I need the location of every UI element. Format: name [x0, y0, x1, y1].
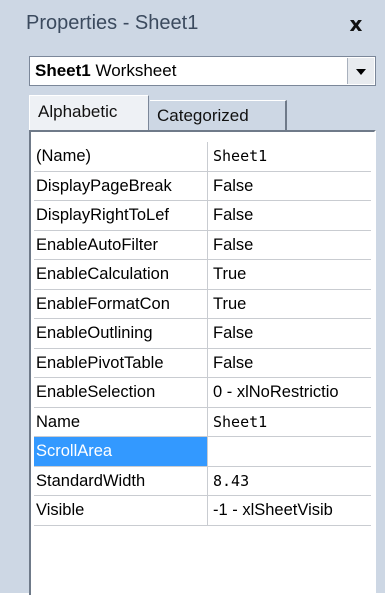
property-value-cell[interactable]: False: [208, 319, 370, 348]
property-name-cell[interactable]: Name: [34, 407, 208, 436]
property-row[interactable]: EnableAutoFilter False: [34, 230, 371, 260]
property-list: (Name) Sheet1 DisplayPageBreak False Display…: [34, 142, 371, 526]
property-name: EnableOutlining: [36, 324, 153, 342]
property-value-cell[interactable]: False: [208, 172, 370, 201]
property-value-cell[interactable]: False: [208, 201, 370, 230]
property-name: ScrollArea: [36, 442, 113, 460]
property-row[interactable]: EnableOutlining False: [34, 319, 371, 349]
object-selector-dropdown[interactable]: Sheet1 Worksheet: [29, 56, 376, 86]
property-row[interactable]: EnableFormatCon True: [34, 289, 371, 319]
property-name-cell[interactable]: DisplayRightToLef: [34, 201, 208, 230]
property-value: -1 - xlSheetVisib: [213, 501, 333, 519]
property-value: False: [213, 206, 254, 224]
object-name: Sheet1: [35, 61, 91, 80]
property-name-cell[interactable]: EnableAutoFilter: [34, 230, 208, 259]
property-row[interactable]: (Name) Sheet1: [34, 142, 371, 172]
property-value: True: [213, 265, 247, 283]
property-name: Visible: [36, 501, 85, 519]
property-value-cell[interactable]: Sheet1: [208, 142, 370, 171]
property-row[interactable]: EnablePivotTable False: [34, 348, 371, 378]
property-row[interactable]: EnableSelection 0 - xlNoRestrictio: [34, 378, 371, 408]
property-value-cell[interactable]: 8.43: [208, 467, 370, 496]
property-name-cell[interactable]: EnableCalculation: [34, 260, 208, 289]
chevron-down-icon[interactable]: [347, 58, 374, 84]
property-value: 0 - xlNoRestrictio: [213, 383, 339, 401]
property-name: (Name): [36, 147, 92, 165]
property-name: DisplayPageBreak: [36, 176, 172, 195]
property-value: Sheet1: [213, 147, 268, 165]
property-name: DisplayRightToLef: [36, 206, 169, 224]
tab-categorized[interactable]: Categorized: [150, 100, 287, 131]
property-value: 8.43: [213, 471, 250, 490]
property-value-cell[interactable]: False: [208, 349, 370, 378]
title-bar[interactable]: Properties - Sheet1 x: [0, 0, 385, 50]
property-value-cell[interactable]: 0 - xlNoRestrictio: [208, 378, 370, 407]
tab-alphabetic[interactable]: Alphabetic: [29, 95, 149, 130]
property-value-cell[interactable]: Sheet1: [208, 408, 370, 437]
property-name: EnableAutoFilter: [36, 235, 158, 254]
properties-window: Properties - Sheet1 x Sheet1 Worksheet A…: [0, 0, 385, 595]
property-name: EnableSelection: [36, 383, 156, 401]
property-row[interactable]: StandardWidth 8.43: [34, 466, 371, 496]
property-row[interactable]: EnableCalculation True: [34, 260, 371, 290]
property-name-cell[interactable]: StandardWidth: [34, 466, 208, 495]
tab-label: Alphabetic: [38, 102, 118, 121]
property-name-cell[interactable]: EnableOutlining: [34, 319, 208, 348]
property-value: False: [213, 235, 254, 254]
property-name: Name: [36, 412, 81, 431]
property-name-cell[interactable]: EnableFormatCon: [34, 289, 208, 318]
property-name-cell[interactable]: (Name): [34, 142, 208, 171]
property-row[interactable]: DisplayRightToLef False: [34, 201, 371, 231]
property-value: Sheet1: [213, 412, 268, 431]
property-value-cell[interactable]: -1 - xlSheetVisib: [208, 496, 370, 525]
close-icon[interactable]: x: [346, 14, 366, 34]
property-value: True: [213, 294, 247, 313]
property-name: EnableCalculation: [36, 265, 170, 283]
property-grid: (Name) Sheet1 DisplayPageBreak False Display…: [29, 130, 376, 595]
property-value-cell[interactable]: True: [208, 260, 370, 289]
property-name-cell[interactable]: EnablePivotTable: [34, 348, 208, 377]
property-name-cell[interactable]: ScrollArea: [34, 437, 208, 466]
property-name: EnablePivotTable: [36, 353, 164, 372]
property-row[interactable]: Name Sheet1: [34, 407, 371, 437]
property-value-cell[interactable]: True: [208, 290, 370, 319]
property-value-cell[interactable]: [208, 437, 370, 466]
property-name: StandardWidth: [36, 471, 146, 490]
object-selector-value: Sheet1 Worksheet: [35, 61, 176, 81]
property-value: False: [213, 324, 254, 342]
property-value: False: [213, 353, 254, 372]
property-value-cell[interactable]: False: [208, 231, 370, 260]
property-row[interactable]: ScrollArea: [34, 437, 371, 467]
property-name-cell[interactable]: DisplayPageBreak: [34, 171, 208, 200]
window-title: Properties - Sheet1: [26, 12, 199, 34]
property-row[interactable]: DisplayPageBreak False: [34, 171, 371, 201]
property-name-cell[interactable]: Visible: [34, 496, 208, 525]
object-type: Worksheet: [95, 61, 177, 80]
tab-label: Categorized: [157, 106, 249, 125]
property-name-cell[interactable]: EnableSelection: [34, 378, 208, 407]
property-name: EnableFormatCon: [36, 294, 170, 313]
property-value: False: [213, 176, 254, 195]
property-row[interactable]: Visible -1 - xlSheetVisib: [34, 496, 371, 526]
